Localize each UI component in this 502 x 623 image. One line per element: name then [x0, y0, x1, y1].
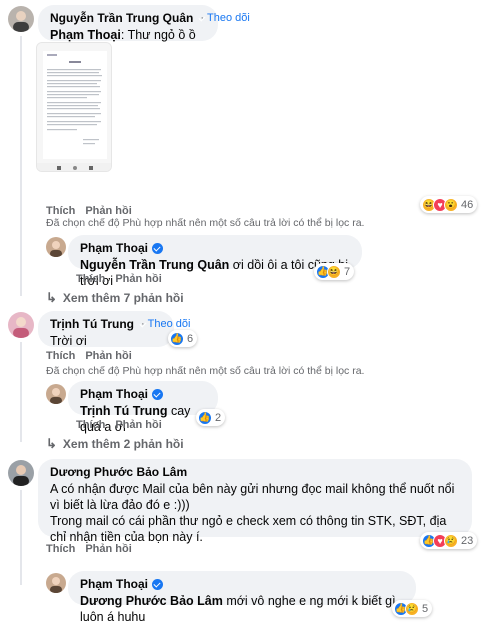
like-reaction-icon: 👍	[198, 410, 212, 425]
wow-reaction-icon: 😮	[444, 197, 458, 212]
avatar[interactable]	[46, 573, 66, 593]
follow-button[interactable]: Theo dõi	[148, 318, 191, 330]
reply-text: Dương Phước Bảo Lâm mới vô nghe e ng mới…	[80, 594, 396, 623]
verified-badge-icon	[152, 242, 164, 254]
reply-actions: Thích Phản hồi	[76, 419, 172, 431]
follow-button[interactable]: Theo dõi	[207, 12, 250, 24]
reply-actions: Thích Phản hồi	[76, 273, 172, 285]
reaction-summary[interactable]: 👍 2	[196, 409, 226, 426]
like-button[interactable]: Thích	[46, 205, 75, 217]
mention-tag[interactable]: Nguyễn Trần Trung Quân	[80, 258, 229, 272]
reply-button[interactable]: Phản hồi	[115, 419, 161, 431]
view-more-replies[interactable]: ↳ Xem thêm 7 phản hồi	[46, 290, 184, 306]
comment-actions: Thích Phản hồi	[46, 543, 142, 555]
thread-line	[20, 342, 22, 442]
thread-line	[20, 490, 22, 585]
comment-actions: Thích Phản hồi	[46, 350, 142, 362]
haha-reaction-icon: 😆	[327, 264, 341, 279]
reply-author[interactable]: Phạm Thoại	[80, 387, 148, 401]
like-button[interactable]: Thích	[76, 273, 105, 285]
comment-bubble: Nguyễn Trần Trung Quân · Theo dõi Phạm T…	[38, 5, 250, 58]
reply-arrow-icon: ↳	[46, 436, 57, 451]
like-button[interactable]: Thích	[46, 543, 75, 555]
filter-note: Đã chọn chế độ Phù hợp nhất nên một số c…	[46, 365, 365, 377]
sad-reaction-icon: 😢	[405, 601, 419, 616]
reaction-summary[interactable]: 😆 ♥ 😮 46	[420, 196, 478, 213]
reply-author[interactable]: Phạm Thoại	[80, 241, 148, 255]
reply-author[interactable]: Phạm Thoại	[80, 577, 148, 591]
avatar[interactable]	[8, 460, 34, 486]
like-button[interactable]: Thích	[46, 350, 75, 362]
mention-tag[interactable]: Trịnh Tú Trung	[80, 404, 168, 418]
avatar[interactable]	[46, 384, 66, 404]
reply-button[interactable]: Phản hồi	[85, 350, 131, 362]
comment-text: Trời ơi	[50, 334, 87, 348]
filter-note: Đã chọn chế độ Phù hợp nhất nên một số c…	[46, 217, 365, 229]
reply-button[interactable]: Phản hồi	[115, 273, 161, 285]
comment-bubble: Trịnh Tú Trung · Theo dõi Trời ơi	[38, 311, 190, 348]
avatar[interactable]	[8, 6, 34, 32]
avatar[interactable]	[8, 312, 34, 338]
reply-arrow-icon: ↳	[46, 290, 57, 305]
like-reaction-icon: 👍	[170, 331, 184, 346]
comment-text: A có nhận được Mail của bên này gửi nhưn…	[50, 482, 455, 512]
attached-image[interactable]	[36, 42, 112, 172]
comment-author[interactable]: Trịnh Tú Trung	[50, 317, 134, 331]
comment-author[interactable]: Nguyễn Trần Trung Quân	[50, 11, 193, 25]
comment-actions: Thích Phản hồi	[46, 205, 142, 217]
verified-badge-icon	[152, 388, 164, 400]
comment-author[interactable]: Dương Phước Bảo Lâm	[50, 465, 187, 479]
reply-button[interactable]: Phản hồi	[85, 205, 131, 217]
reply-bubble: Phạm Thoại Dương Phước Bảo Lâm mới vô ng…	[68, 571, 416, 623]
reaction-summary[interactable]: 👍 😆 7	[314, 263, 355, 280]
reaction-summary[interactable]: 👍 😢 5	[392, 600, 433, 617]
reply-button[interactable]: Phản hồi	[85, 543, 131, 555]
sad-reaction-icon: 😢	[444, 533, 458, 548]
reaction-summary[interactable]: 👍 6	[168, 330, 198, 347]
comment-text-2: Trong mail có cái phần thư ngỏ e check x…	[50, 514, 447, 544]
thread-line	[20, 36, 22, 296]
comment-bubble: Dương Phước Bảo Lâm A có nhận được Mail …	[38, 459, 472, 544]
avatar[interactable]	[46, 237, 66, 257]
mention-tag[interactable]: Phạm Thoại	[50, 28, 121, 42]
view-more-replies[interactable]: ↳ Xem thêm 2 phản hồi	[46, 436, 184, 452]
verified-badge-icon	[152, 578, 164, 590]
reaction-summary[interactable]: 👍 ♥ 😢 23	[420, 532, 478, 549]
like-button[interactable]: Thích	[76, 419, 105, 431]
reply-bubble: Phạm Thoại Trịnh Tú Trung cay quá a ơi	[68, 381, 218, 434]
mention-tag[interactable]: Dương Phước Bảo Lâm	[80, 594, 223, 608]
